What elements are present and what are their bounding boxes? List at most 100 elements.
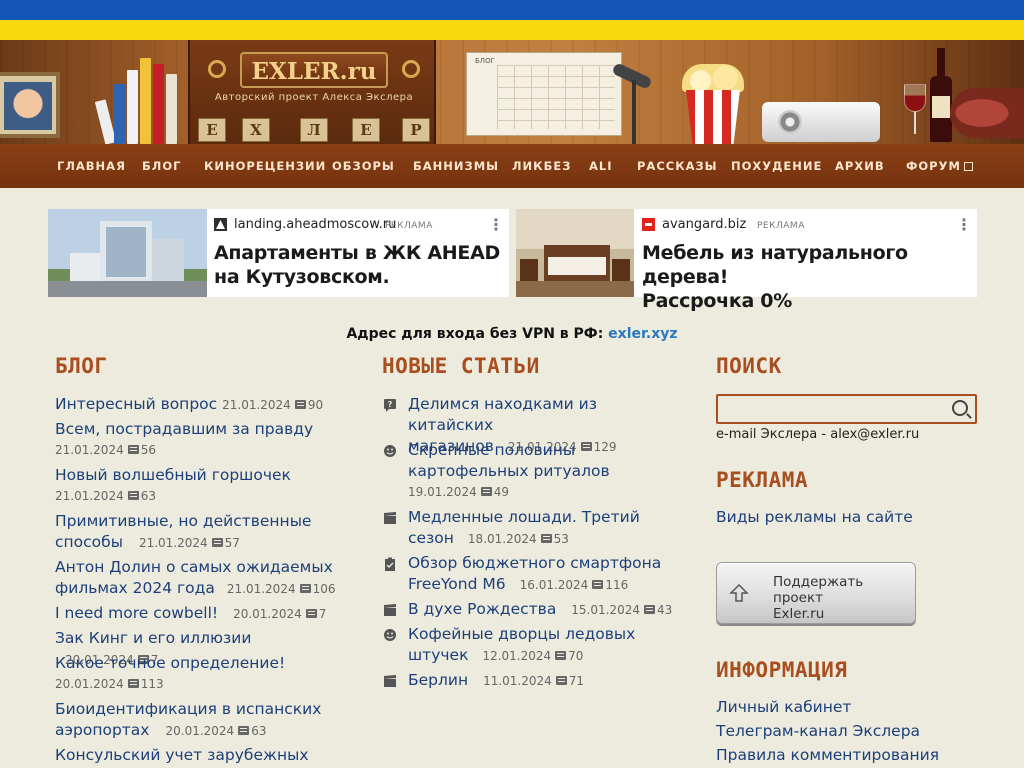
question-icon: ? <box>383 398 397 412</box>
list-item[interactable]: В духе Рождества 15.01.2024 43 <box>408 599 678 621</box>
nav-item-home[interactable]: ГЛАВНАЯ <box>57 144 126 188</box>
ad-domain: avangard.biz <box>662 217 747 232</box>
nav-item-stories[interactable]: РАССКАЗЫ <box>637 144 718 188</box>
list-item[interactable]: Биоидентификация в испанских аэропортах 2… <box>55 699 355 742</box>
ad-menu-icon[interactable]: ⋮ <box>488 215 504 234</box>
site-logo-plate[interactable]: EXLER.ru Авторский проект Алекса Экслера… <box>188 40 436 144</box>
info-title: ИНФОРМАЦИЯ <box>716 658 848 682</box>
calendar-image: БЛОГ <box>466 52 622 136</box>
comment-icon <box>238 726 250 735</box>
calendar-label: БЛОГ <box>475 57 495 65</box>
ad-domain: landing.aheadmoscow.ru <box>234 217 397 232</box>
popcorn-icon <box>682 64 744 144</box>
ad-image-building <box>48 209 207 297</box>
ham-icon <box>950 88 1024 138</box>
list-item[interactable]: Обзор бюджетного смартфона FreeYond M6 16… <box>408 553 678 596</box>
clapper-icon <box>383 511 397 525</box>
mic-stand <box>632 80 636 144</box>
list-item[interactable]: Скрепные половины картофельных ритуалов … <box>408 440 678 503</box>
nav-item-bannizms[interactable]: БАННИЗМЫ <box>413 144 499 188</box>
comment-icon <box>555 676 567 685</box>
nav-item-archive[interactable]: АРХИВ <box>835 144 885 188</box>
comment-icon <box>555 651 567 660</box>
wine-glass-icon <box>904 84 926 140</box>
projector-icon <box>762 102 880 142</box>
external-link-icon <box>963 162 973 171</box>
support-project-button[interactable]: Поддержать проект Exler.ru <box>716 562 916 624</box>
list-item[interactable]: Медленные лошади. Третий сезон 18.01.2024… <box>408 507 678 550</box>
smile-icon <box>383 628 397 642</box>
comment-icon <box>305 609 317 618</box>
list-item[interactable]: Интересный вопрос 21.01.2024 90 <box>55 394 355 416</box>
clapper-icon <box>383 674 397 688</box>
ad-favicon-icon <box>214 218 227 231</box>
nav-item-reviews[interactable]: КИНОРЕЦЕНЗИИ <box>204 144 326 188</box>
ad-image-bedroom <box>516 209 634 297</box>
comment-icon <box>127 491 139 500</box>
list-item[interactable]: I need more cowbell! 20.01.2024 7 <box>55 603 355 625</box>
list-item[interactable]: Какое точное определение! 20.01.2024 113 <box>55 653 355 695</box>
flag-stripe-yellow <box>0 20 1024 40</box>
list-item[interactable]: Консульский учет зарубежных <box>55 745 355 766</box>
telegram-link[interactable]: Телеграм-канал Экслера <box>716 722 920 740</box>
nav-item-diet[interactable]: ПОХУДЕНИЕ <box>731 144 822 188</box>
ad-types-link[interactable]: Виды рекламы на сайте <box>716 508 913 526</box>
list-item[interactable]: Берлин 11.01.2024 71 <box>408 670 678 692</box>
ad-block-avangard[interactable]: avangard.biz РЕКЛАМА ⋮ Мебель из натурал… <box>516 209 977 312</box>
nav-item-ali[interactable]: ALI <box>589 144 613 188</box>
clapper-icon <box>383 603 397 617</box>
search-title: ПОИСК <box>716 354 782 378</box>
articles-title: НОВЫЕ СТАТЬИ <box>382 354 540 378</box>
list-item[interactable]: Примитивные, но действенные способы 21.01… <box>55 511 355 554</box>
comment-icon <box>294 400 306 409</box>
ad-menu-icon[interactable]: ⋮ <box>956 215 972 234</box>
nav-item-likbez[interactable]: ЛИКБЕЗ <box>512 144 571 188</box>
ad-title: Апартаменты в ЖК AHEAD на Кутузовском. <box>214 242 500 288</box>
nav-item-overviews[interactable]: ОБЗОРЫ <box>332 144 395 188</box>
nav-item-forum-label: ФОРУМ <box>906 159 961 173</box>
comment-icon <box>480 487 492 496</box>
site-subtitle: Авторский проект Алекса Экслера <box>214 92 414 103</box>
comment-icon <box>127 445 139 454</box>
vpn-link[interactable]: exler.xyz <box>608 326 677 342</box>
flag-stripe-blue <box>0 0 1024 20</box>
main-nav: ГЛАВНАЯ БЛОГ КИНОРЕЦЕНЗИИ ОБЗОРЫ БАННИЗМ… <box>0 144 1024 188</box>
comment-icon <box>127 679 139 688</box>
ad-tag: РЕКЛАМА <box>385 221 433 231</box>
comment-icon <box>211 538 223 547</box>
ad-tag: РЕКЛАМА <box>757 221 805 231</box>
arrow-up-icon <box>729 583 749 602</box>
letter-tiles: Е Х Л Е Р <box>190 114 438 144</box>
ring-icon <box>402 60 420 78</box>
ad-favicon-icon <box>642 218 655 231</box>
vpn-notice: Адрес для входа без VPN в РФ: exler.xyz <box>346 326 678 342</box>
ring-icon <box>208 60 226 78</box>
site-logo-text: EXLER.ru <box>251 58 377 85</box>
nav-item-blog[interactable]: БЛОГ <box>142 144 181 188</box>
comment-icon <box>540 534 552 543</box>
search-input[interactable] <box>716 394 977 424</box>
comment-icon <box>299 584 311 593</box>
personal-cabinet-link[interactable]: Личный кабинет <box>716 698 851 716</box>
smile-icon <box>383 444 397 458</box>
author-photo <box>0 72 60 138</box>
search-icon[interactable] <box>952 400 968 416</box>
ad-section-title: РЕКЛАМА <box>716 468 809 492</box>
ad-block-ahead[interactable]: landing.aheadmoscow.ru РЕКЛАМА ⋮ Апартам… <box>48 209 509 297</box>
list-item[interactable]: Всем, пострадавшим за правду 21.01.2024 5… <box>55 419 355 461</box>
site-logo[interactable]: EXLER.ru <box>240 52 388 88</box>
list-item[interactable]: Антон Долин о самых ожидаемых фильмах 20… <box>55 557 355 600</box>
clipboard-icon <box>383 557 397 571</box>
header-banner: EXLER.ru Авторский проект Алекса Экслера… <box>0 40 1024 144</box>
comment-rules-link[interactable]: Правила комментирования <box>716 746 939 764</box>
comment-icon <box>592 580 604 589</box>
author-email: e-mail Экслера - alex@exler.ru <box>716 427 920 442</box>
blog-title: БЛОГ <box>55 354 108 378</box>
support-button-label: Поддержать проект Exler.ru <box>773 574 864 622</box>
comment-icon <box>643 605 655 614</box>
list-item[interactable]: Новый волшебный горшочек 21.01.2024 63 <box>55 465 355 507</box>
list-item[interactable]: Кофейные дворцы ледовых штучек 12.01.2024… <box>408 624 678 667</box>
nav-item-forum[interactable]: ФОРУМ <box>906 144 973 188</box>
books-image <box>94 54 188 144</box>
ad-title: Мебель из натурального дерева! Рассрочка… <box>642 242 908 312</box>
